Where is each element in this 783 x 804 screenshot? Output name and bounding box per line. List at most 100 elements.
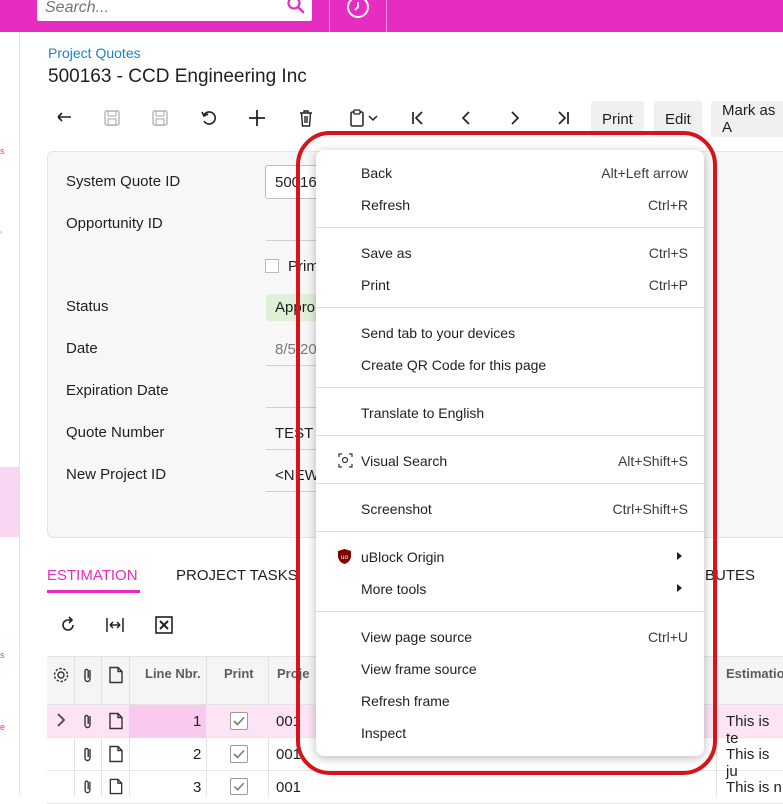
gear-icon[interactable] (52, 666, 70, 684)
grid-export-excel-button[interactable] (154, 615, 174, 640)
menu-item-view-frame-source[interactable]: View frame source (361, 661, 477, 677)
line-nbr-cell[interactable]: 3 (193, 779, 201, 796)
menu-item-refresh[interactable]: Refresh (361, 197, 410, 213)
breadcrumb[interactable]: Project Quotes (48, 45, 141, 61)
primary-checkbox[interactable] (265, 259, 279, 273)
menu-item-translate[interactable]: Translate to English (361, 405, 484, 421)
new-project-id-field[interactable]: <NEW (275, 467, 319, 484)
menu-shortcut-refresh: Ctrl+R (647, 197, 688, 213)
menu-item-send-tab[interactable]: Send tab to your devices (361, 325, 515, 341)
date-label: Date (66, 340, 98, 357)
menu-item-back[interactable]: Back (361, 165, 392, 181)
next-record-button[interactable] (503, 104, 527, 132)
print-checkbox[interactable] (230, 712, 248, 730)
estimation-cell[interactable]: This is n (726, 779, 782, 796)
save-button[interactable] (148, 104, 172, 132)
page-title: 500163 - CCD Engineering Inc (48, 66, 307, 87)
cancel-button[interactable] (197, 104, 221, 132)
left-nav-item-label[interactable]: s (0, 146, 5, 156)
grid-fit-columns-button[interactable] (105, 615, 125, 640)
left-nav-active-item[interactable] (0, 467, 20, 537)
chevron-right-icon[interactable] (54, 712, 68, 728)
paperclip-icon[interactable] (80, 712, 96, 730)
project-cell[interactable]: 001 (276, 779, 301, 796)
save-close-button[interactable] (100, 104, 124, 132)
column-header-estimation[interactable]: Estimatio (726, 666, 783, 681)
trash-icon (300, 110, 312, 127)
submenu-arrow-icon (677, 552, 682, 560)
clipboard-icon (350, 109, 364, 127)
first-record-button[interactable] (406, 104, 430, 132)
quote-number-field[interactable]: TEST (275, 425, 313, 442)
menu-shortcut-view-source: Ctrl+U (647, 629, 688, 645)
menu-item-view-page-source[interactable]: View page source (361, 629, 472, 645)
menu-shortcut-visual-search: Alt+Shift+S (617, 453, 688, 469)
paperclip-icon (84, 668, 91, 683)
primary-label: Prim (288, 258, 319, 275)
last-record-button[interactable] (551, 104, 575, 132)
menu-item-screenshot[interactable]: Screenshot (361, 501, 432, 517)
refresh-icon (62, 616, 74, 631)
previous-record-button[interactable] (454, 104, 478, 132)
history-icon[interactable] (346, 0, 370, 19)
mark-as-button[interactable]: Mark as A (711, 101, 783, 137)
chevron-right-icon (511, 111, 520, 125)
note-icon (109, 666, 123, 684)
add-button[interactable] (245, 104, 269, 132)
excel-icon (155, 616, 173, 634)
search-icon[interactable] (286, 0, 306, 15)
menu-item-more-tools[interactable]: More tools (361, 581, 426, 597)
checkmark-icon (233, 749, 245, 759)
print-checkbox[interactable] (230, 778, 248, 795)
back-button[interactable] (52, 104, 76, 132)
system-quote-id-label: System Quote ID (66, 173, 181, 190)
grid-refresh-button[interactable] (58, 615, 78, 640)
search-input[interactable] (37, 0, 267, 21)
svg-text:uo: uo (341, 554, 349, 561)
line-nbr-cell[interactable]: 1 (193, 713, 201, 730)
line-nbr-cell[interactable]: 2 (193, 746, 201, 763)
paperclip-icon[interactable] (80, 778, 96, 795)
note-icon[interactable] (108, 745, 124, 763)
delete-button[interactable] (294, 104, 318, 132)
chevron-left-icon (461, 111, 470, 125)
top-bar (0, 0, 783, 32)
note-icon[interactable] (108, 778, 124, 795)
left-nav-item-label[interactable]: ’ (0, 230, 2, 240)
date-field[interactable]: 8/5/20 (275, 341, 317, 358)
menu-shortcut-screenshot: Ctrl+Shift+S (612, 501, 688, 517)
column-header-line-nbr[interactable]: Line Nbr. (145, 666, 201, 681)
copy-paste-button[interactable] (343, 104, 383, 132)
menu-item-refresh-frame[interactable]: Refresh frame (361, 693, 450, 709)
edit-button[interactable]: Edit (654, 101, 702, 137)
menu-separator (316, 435, 704, 436)
menu-item-inspect[interactable]: Inspect (361, 725, 406, 741)
table-row[interactable] (47, 771, 783, 804)
menu-separator (316, 227, 704, 228)
search-box[interactable] (37, 0, 312, 21)
new-project-id-label: New Project ID (66, 466, 167, 483)
menu-item-ublock-origin[interactable]: uBlock Origin (361, 549, 444, 565)
ublock-origin-icon: uo (338, 549, 351, 564)
tab-estimation[interactable]: ESTIMATION (47, 567, 138, 584)
left-nav-item-label[interactable]: s (0, 650, 5, 660)
left-nav-item-label[interactable]: e (0, 722, 5, 732)
project-cell[interactable]: 001 (276, 746, 301, 763)
menu-shortcut-print: Ctrl+P (648, 277, 688, 293)
note-icon[interactable] (108, 712, 124, 730)
tab-project-tasks[interactable]: PROJECT TASKS (176, 567, 298, 584)
menu-item-print[interactable]: Print (361, 277, 390, 293)
save-icon (152, 110, 168, 126)
first-icon (412, 111, 423, 125)
menu-item-save-as[interactable]: Save as (361, 245, 412, 261)
print-button[interactable]: Print (591, 101, 644, 137)
menu-item-visual-search[interactable]: Visual Search (361, 453, 447, 469)
project-cell[interactable]: 001 (276, 713, 301, 730)
tab-attributes[interactable]: BUTES (705, 567, 755, 584)
menu-item-create-qr[interactable]: Create QR Code for this page (361, 357, 546, 373)
print-checkbox[interactable] (230, 745, 248, 763)
paperclip-icon[interactable] (80, 745, 96, 763)
column-header-project[interactable]: Proje (277, 666, 310, 681)
quote-number-label: Quote Number (66, 424, 165, 441)
column-header-print[interactable]: Print (224, 666, 254, 681)
